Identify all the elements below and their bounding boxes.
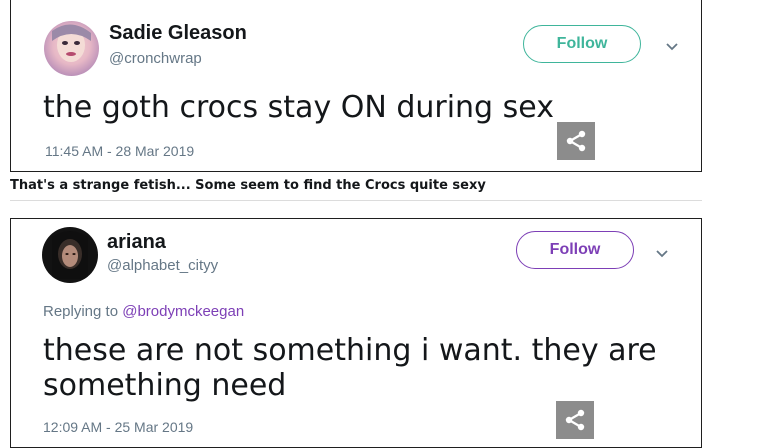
share-button[interactable] bbox=[557, 122, 595, 160]
user-handle[interactable]: @cronchwrap bbox=[109, 50, 202, 67]
chevron-down-icon[interactable] bbox=[664, 41, 680, 53]
tweet-text-line-2: something need bbox=[43, 368, 287, 403]
divider bbox=[10, 200, 702, 201]
user-handle[interactable]: @alphabet_cityy bbox=[107, 257, 218, 274]
tweet-text-line-1: these are not something i want. they are bbox=[43, 333, 657, 368]
reply-context: Replying to @brodymckeegan bbox=[43, 303, 244, 320]
tweet-card-2: ariana @alphabet_cityy Follow Replying t… bbox=[10, 218, 702, 448]
display-name[interactable]: ariana bbox=[107, 231, 166, 254]
chevron-down-icon[interactable] bbox=[654, 248, 670, 260]
avatar[interactable] bbox=[44, 21, 99, 76]
follow-button[interactable]: Follow bbox=[523, 25, 641, 63]
tweet-card-1: Sadie Gleason @cronchwrap Follow the got… bbox=[10, 0, 702, 172]
share-icon bbox=[566, 130, 586, 152]
reply-mention-link[interactable]: @brodymckeegan bbox=[122, 303, 244, 320]
caption-text: That's a strange fetish... Some seem to … bbox=[10, 178, 486, 193]
reply-prefix: Replying to bbox=[43, 303, 119, 320]
share-icon bbox=[565, 409, 585, 431]
timestamp[interactable]: 11:45 AM - 28 Mar 2019 bbox=[45, 143, 194, 159]
tweet-text: the goth crocs stay ON during sex bbox=[43, 90, 554, 125]
avatar[interactable] bbox=[42, 227, 98, 283]
follow-button[interactable]: Follow bbox=[516, 231, 634, 269]
share-button[interactable] bbox=[556, 401, 594, 439]
display-name[interactable]: Sadie Gleason bbox=[109, 22, 247, 45]
